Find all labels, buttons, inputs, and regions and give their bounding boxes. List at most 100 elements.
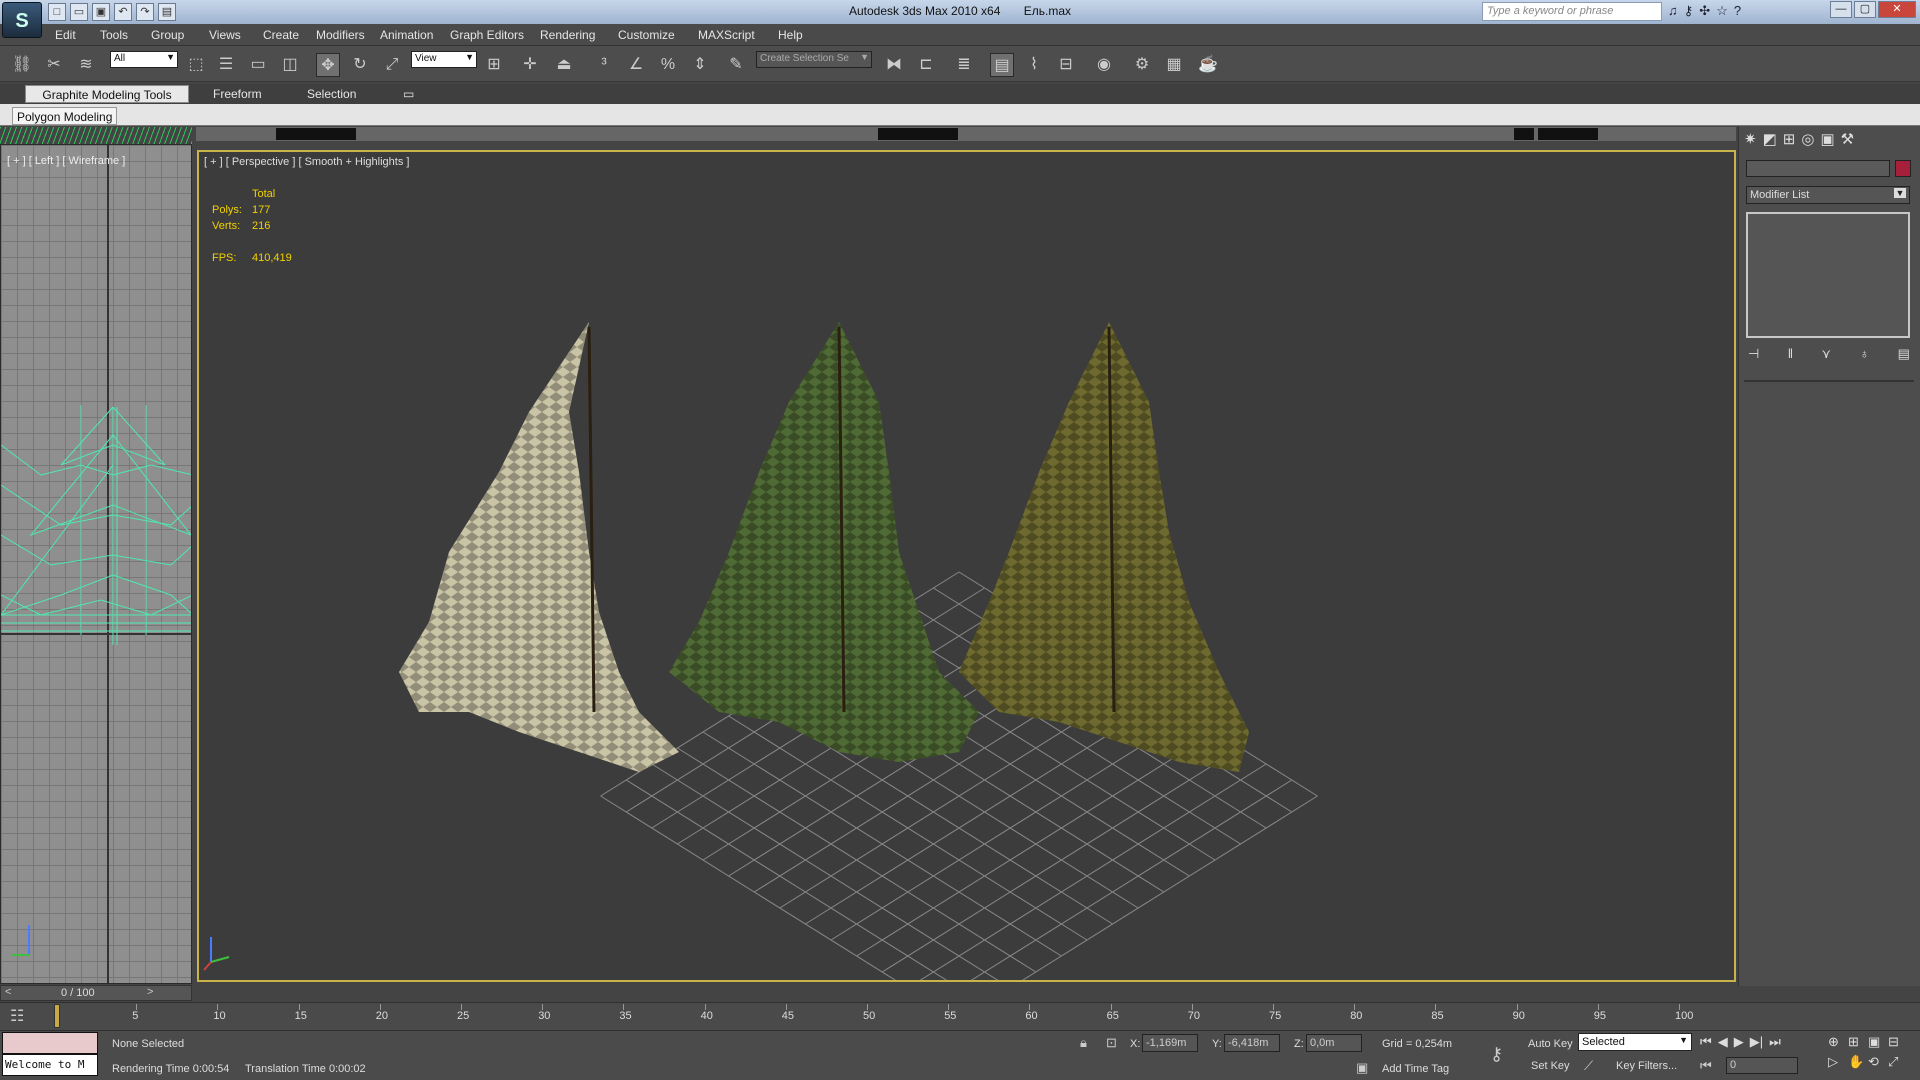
pan-icon[interactable]: ✋ bbox=[1848, 1054, 1868, 1070]
go-to-start-icon[interactable]: ⏮ bbox=[1700, 1034, 1712, 1050]
menu-graph-editors[interactable]: Graph Editors bbox=[450, 28, 524, 42]
select-manipulate-icon[interactable]: ✛ bbox=[518, 53, 542, 77]
snaps-toggle-icon[interactable]: ³ bbox=[592, 53, 616, 77]
modify-tab-icon[interactable]: ◩ bbox=[1763, 130, 1777, 148]
zoom-extents-icon[interactable]: ▣ bbox=[1868, 1034, 1888, 1050]
curve-editor-icon[interactable]: ⌇ bbox=[1022, 53, 1046, 77]
zoom-icon[interactable]: ⊕ bbox=[1828, 1034, 1848, 1050]
pin-stack-icon[interactable]: ⊣ bbox=[1748, 346, 1759, 362]
display-tab-icon[interactable]: ▣ bbox=[1820, 130, 1834, 148]
modifier-stack[interactable] bbox=[1746, 212, 1910, 338]
set-key-button[interactable]: Set Key bbox=[1531, 1060, 1570, 1072]
material-editor-icon[interactable]: ◉ bbox=[1092, 53, 1116, 77]
key-mode-dropdown[interactable]: Selected ▼ bbox=[1578, 1033, 1692, 1051]
time-tag-icon[interactable]: ▣ bbox=[1356, 1060, 1368, 1076]
lock-icon[interactable]: 🔒︎ bbox=[1080, 1035, 1087, 1051]
z-coordinate-field[interactable]: 0,0m bbox=[1306, 1034, 1362, 1052]
render-setup-icon[interactable]: ⚙ bbox=[1130, 53, 1154, 77]
absolute-mode-icon[interactable]: ⊡ bbox=[1106, 1035, 1117, 1051]
add-time-tag-button[interactable]: Add Time Tag bbox=[1382, 1063, 1449, 1075]
select-object-icon[interactable]: ⬚ bbox=[184, 53, 208, 77]
menu-help[interactable]: Help bbox=[778, 28, 803, 42]
maxscript-listener-output[interactable]: Welcome to M bbox=[2, 1054, 98, 1076]
key-filters-button[interactable]: Key Filters... bbox=[1616, 1060, 1677, 1072]
pivot-center-icon[interactable]: ⊞ bbox=[482, 53, 506, 77]
key-mode-toggle-icon[interactable]: ⏮ bbox=[1700, 1058, 1712, 1074]
time-slider-bar[interactable]: < 0 / 100 > bbox=[0, 985, 192, 1001]
show-end-result-icon[interactable]: ‖ bbox=[1788, 346, 1793, 362]
orbit-icon[interactable]: ⟲ bbox=[1868, 1054, 1888, 1070]
render-production-icon[interactable]: ☕ bbox=[1196, 53, 1220, 77]
spinner-snap-icon[interactable]: ⇕ bbox=[688, 53, 712, 77]
perspective-viewport[interactable]: [ + ] [ Perspective ] [ Smooth + Highlig… bbox=[197, 150, 1736, 982]
set-key-icon[interactable]: ⚷ bbox=[1490, 1044, 1503, 1065]
bind-space-warp-icon[interactable]: ≋ bbox=[74, 53, 98, 77]
menu-customize[interactable]: Customize bbox=[618, 28, 675, 42]
menu-modifiers[interactable]: Modifiers bbox=[316, 28, 365, 42]
menu-create[interactable]: Create bbox=[263, 28, 299, 42]
star-icon[interactable]: ☆ bbox=[1716, 3, 1728, 19]
tab-selection[interactable]: Selection bbox=[299, 85, 364, 103]
modifier-list-dropdown[interactable]: Modifier List ▼ bbox=[1746, 186, 1910, 204]
zoom-extents-all-icon[interactable]: ⊟ bbox=[1888, 1034, 1908, 1050]
play-icon[interactable]: ▶ bbox=[1734, 1034, 1744, 1050]
select-and-link-icon[interactable]: ⛓ bbox=[10, 53, 34, 77]
ribbon-options-icon[interactable]: ▭ bbox=[395, 85, 422, 103]
rectangular-selection-icon[interactable]: ▭ bbox=[246, 53, 270, 77]
tab-graphite-modeling-tools[interactable]: Graphite Modeling Tools bbox=[25, 85, 189, 103]
menu-animation[interactable]: Animation bbox=[380, 28, 433, 42]
chevron-left-icon[interactable]: < bbox=[5, 986, 11, 998]
close-button[interactable]: ✕ bbox=[1878, 1, 1916, 18]
maxscript-mini-listener[interactable] bbox=[2, 1032, 98, 1054]
menu-views[interactable]: Views bbox=[209, 28, 241, 42]
y-coordinate-field[interactable]: -6,418m bbox=[1224, 1034, 1280, 1052]
angle-snap-icon[interactable]: ∠ bbox=[624, 53, 648, 77]
polygon-modeling-panel[interactable]: Polygon Modeling bbox=[12, 107, 118, 125]
next-frame-icon[interactable]: ▶| bbox=[1750, 1034, 1763, 1050]
window-crossing-icon[interactable]: ◫ bbox=[278, 53, 302, 77]
object-name-field[interactable] bbox=[1746, 160, 1890, 177]
align-icon[interactable]: ⊏ bbox=[914, 53, 938, 77]
object-color-swatch[interactable] bbox=[1895, 160, 1911, 177]
named-selection-sets-dropdown[interactable]: Create Selection Se ▼ bbox=[756, 51, 872, 68]
app-logo-button[interactable]: S bbox=[2, 2, 42, 38]
chevron-right-icon[interactable]: > bbox=[147, 986, 153, 998]
x-coordinate-field[interactable]: -1,169m bbox=[1142, 1034, 1198, 1052]
go-to-end-icon[interactable]: ⏭ bbox=[1769, 1034, 1781, 1050]
keyboard-shortcut-override-icon[interactable]: ⏏ bbox=[552, 53, 576, 77]
remove-modifier-icon[interactable]: ♁ bbox=[1860, 346, 1870, 362]
mirror-icon[interactable]: ⧓ bbox=[882, 53, 906, 77]
select-and-rotate-icon[interactable]: ↻ bbox=[348, 53, 372, 77]
layer-manager-icon[interactable]: ≣ bbox=[952, 53, 976, 77]
reference-coordinate-dropdown[interactable]: View ▼ bbox=[411, 51, 477, 68]
left-viewport[interactable]: [ + ] [ Left ] [ Wireframe ] bbox=[0, 144, 192, 984]
graphite-toggle-icon[interactable]: ▤ bbox=[990, 53, 1014, 77]
maximize-button[interactable]: ▢ bbox=[1854, 1, 1876, 18]
zoom-all-icon[interactable]: ⊞ bbox=[1848, 1034, 1868, 1050]
maximize-viewport-icon[interactable]: ⤢ bbox=[1888, 1054, 1908, 1070]
help-icon[interactable]: ? bbox=[1734, 3, 1741, 19]
keyword-search-input[interactable]: Type a keyword or phrase bbox=[1482, 2, 1662, 21]
configure-modifier-sets-icon[interactable]: ▤ bbox=[1898, 346, 1910, 362]
menu-edit[interactable]: Edit bbox=[55, 28, 76, 42]
default-tangent-icon[interactable]: ⟋ bbox=[1584, 1058, 1593, 1074]
auto-key-button[interactable]: Auto Key bbox=[1528, 1038, 1573, 1050]
field-of-view-icon[interactable]: ▷ bbox=[1828, 1054, 1848, 1070]
hierarchy-tab-icon[interactable]: ⊞ bbox=[1783, 130, 1796, 148]
menu-rendering[interactable]: Rendering bbox=[540, 28, 595, 42]
menu-group[interactable]: Group bbox=[151, 28, 184, 42]
edit-named-selection-icon[interactable]: ✎ bbox=[724, 53, 748, 77]
minimize-button[interactable]: — bbox=[1830, 1, 1852, 18]
select-by-name-icon[interactable]: ☰ bbox=[214, 53, 238, 77]
rendered-frame-window-icon[interactable]: ▦ bbox=[1162, 53, 1186, 77]
tab-freeform[interactable]: Freeform bbox=[205, 85, 270, 103]
current-frame-field[interactable]: 0 bbox=[1726, 1057, 1798, 1074]
menu-tools[interactable]: Tools bbox=[100, 28, 128, 42]
key-icon[interactable]: ⚷ bbox=[1684, 3, 1694, 19]
make-unique-icon[interactable]: ⋎ bbox=[1822, 346, 1832, 362]
schematic-view-icon[interactable]: ⊟ bbox=[1054, 53, 1078, 77]
selection-filter-dropdown[interactable]: All ▼ bbox=[110, 51, 178, 68]
select-and-move-icon[interactable]: ✥ bbox=[316, 53, 340, 77]
connect-icon[interactable]: ✣ bbox=[1699, 3, 1710, 19]
create-tab-icon[interactable]: ✷ bbox=[1744, 130, 1757, 148]
